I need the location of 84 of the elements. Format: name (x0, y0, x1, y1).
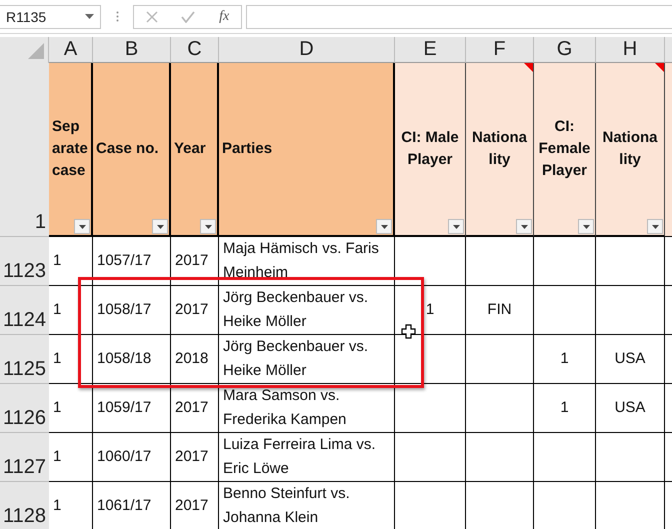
caret-icon (85, 14, 94, 19)
table-cell: 2017 (171, 384, 219, 433)
header-text: Nationa lity (601, 128, 658, 170)
row-header[interactable]: 1 (0, 63, 49, 237)
table-cell (466, 335, 534, 384)
table-cell: Jörg Beckenbauer vs. Heike Möller (219, 286, 395, 335)
row-header[interactable]: 1126 (0, 384, 49, 433)
table-cell: Maja Hämisch vs. Faris Meinheim (219, 237, 395, 286)
column-header[interactable]: G (534, 37, 596, 63)
table-cell: Luiza Ferreira Lima vs. Eric Löwe (219, 433, 395, 482)
table-cell (534, 433, 596, 482)
table-cell (466, 433, 534, 482)
table-cell: 1 (49, 335, 93, 384)
table-cell: 1 (534, 335, 596, 384)
table-cell: Jörg Beckenbauer vs. Heike Möller (219, 335, 395, 384)
table-cell: 2017 (171, 286, 219, 335)
header-text: Parties (222, 139, 272, 159)
filter-button[interactable] (448, 219, 464, 234)
table-cell (395, 237, 466, 286)
table-cell: 2017 (171, 433, 219, 482)
filter-button[interactable] (200, 219, 216, 234)
table-cell: 1 (49, 384, 93, 433)
filter-button[interactable] (376, 219, 392, 234)
table-cell: 1 (49, 482, 93, 529)
table-cell (466, 384, 534, 433)
table-cell: 1 (49, 286, 93, 335)
table-cell (466, 237, 534, 286)
table-cell: 1058/17 (93, 286, 171, 335)
caret-icon (380, 224, 388, 228)
header-text: Year (174, 139, 206, 159)
table-cell: 1061/17 (93, 482, 171, 529)
table-cell: 2018 (171, 335, 219, 384)
column-header[interactable]: F (466, 37, 534, 63)
column-header[interactable]: E (395, 37, 466, 63)
column-header[interactable]: C (171, 37, 219, 63)
table-cell (395, 384, 466, 433)
table-cell (534, 237, 596, 286)
filter-button[interactable] (152, 219, 168, 234)
caret-icon (520, 224, 528, 228)
header-text: Sep arate case (52, 117, 88, 181)
header-text: CI: Female Player (538, 117, 592, 181)
table-cell: Mara Samson vs. Frederika Kampen (219, 384, 395, 433)
table-cell: 1 (49, 433, 93, 482)
column-header[interactable]: A (49, 37, 93, 63)
table-cell (395, 433, 466, 482)
table-cell: 1059/17 (93, 384, 171, 433)
table-cell (534, 286, 596, 335)
filter-button[interactable] (578, 219, 594, 234)
table-cell: 1 (49, 237, 93, 286)
header-text: Case no. (96, 139, 159, 159)
row-header[interactable]: 1125 (0, 335, 49, 384)
header-text: Nationa lity (470, 128, 528, 170)
table-cell: Benno Steinfurt vs. Johanna Klein (219, 482, 395, 529)
row-header[interactable]: 1124 (0, 286, 49, 335)
caret-icon (204, 224, 212, 228)
check-icon[interactable] (181, 10, 196, 22)
column-header[interactable]: D (219, 37, 395, 63)
row-header[interactable]: 1123 (0, 237, 49, 286)
caret-icon (582, 224, 590, 228)
caret-icon (78, 224, 86, 228)
column-header[interactable]: H (596, 37, 665, 63)
table-cell: FIN (466, 286, 534, 335)
filter-button[interactable] (516, 219, 532, 234)
filter-button[interactable] (647, 219, 663, 234)
column-header[interactable]: B (93, 37, 171, 63)
caret-icon (652, 224, 658, 228)
row-header[interactable]: 1128 (0, 482, 49, 529)
name-box[interactable]: R1135 (0, 4, 101, 28)
table-cell: 1060/17 (93, 433, 171, 482)
table-cell: 1057/17 (93, 237, 171, 286)
filter-button[interactable] (74, 219, 90, 234)
cursor-icon (401, 324, 416, 339)
table-cell: 1058/18 (93, 335, 171, 384)
grip-icon (116, 11, 118, 22)
triangle-icon (28, 43, 44, 59)
table-cell: 1 (534, 384, 596, 433)
insert-function-button[interactable]: fx (219, 8, 230, 24)
table-cell: 2017 (171, 237, 219, 286)
header-text: CI: Male Player (400, 128, 460, 170)
row-header[interactable]: 1127 (0, 433, 49, 482)
table-cell: 2017 (171, 482, 219, 529)
caret-icon (156, 224, 164, 228)
caret-icon (452, 224, 460, 228)
cell-reference: R1135 (6, 8, 46, 24)
